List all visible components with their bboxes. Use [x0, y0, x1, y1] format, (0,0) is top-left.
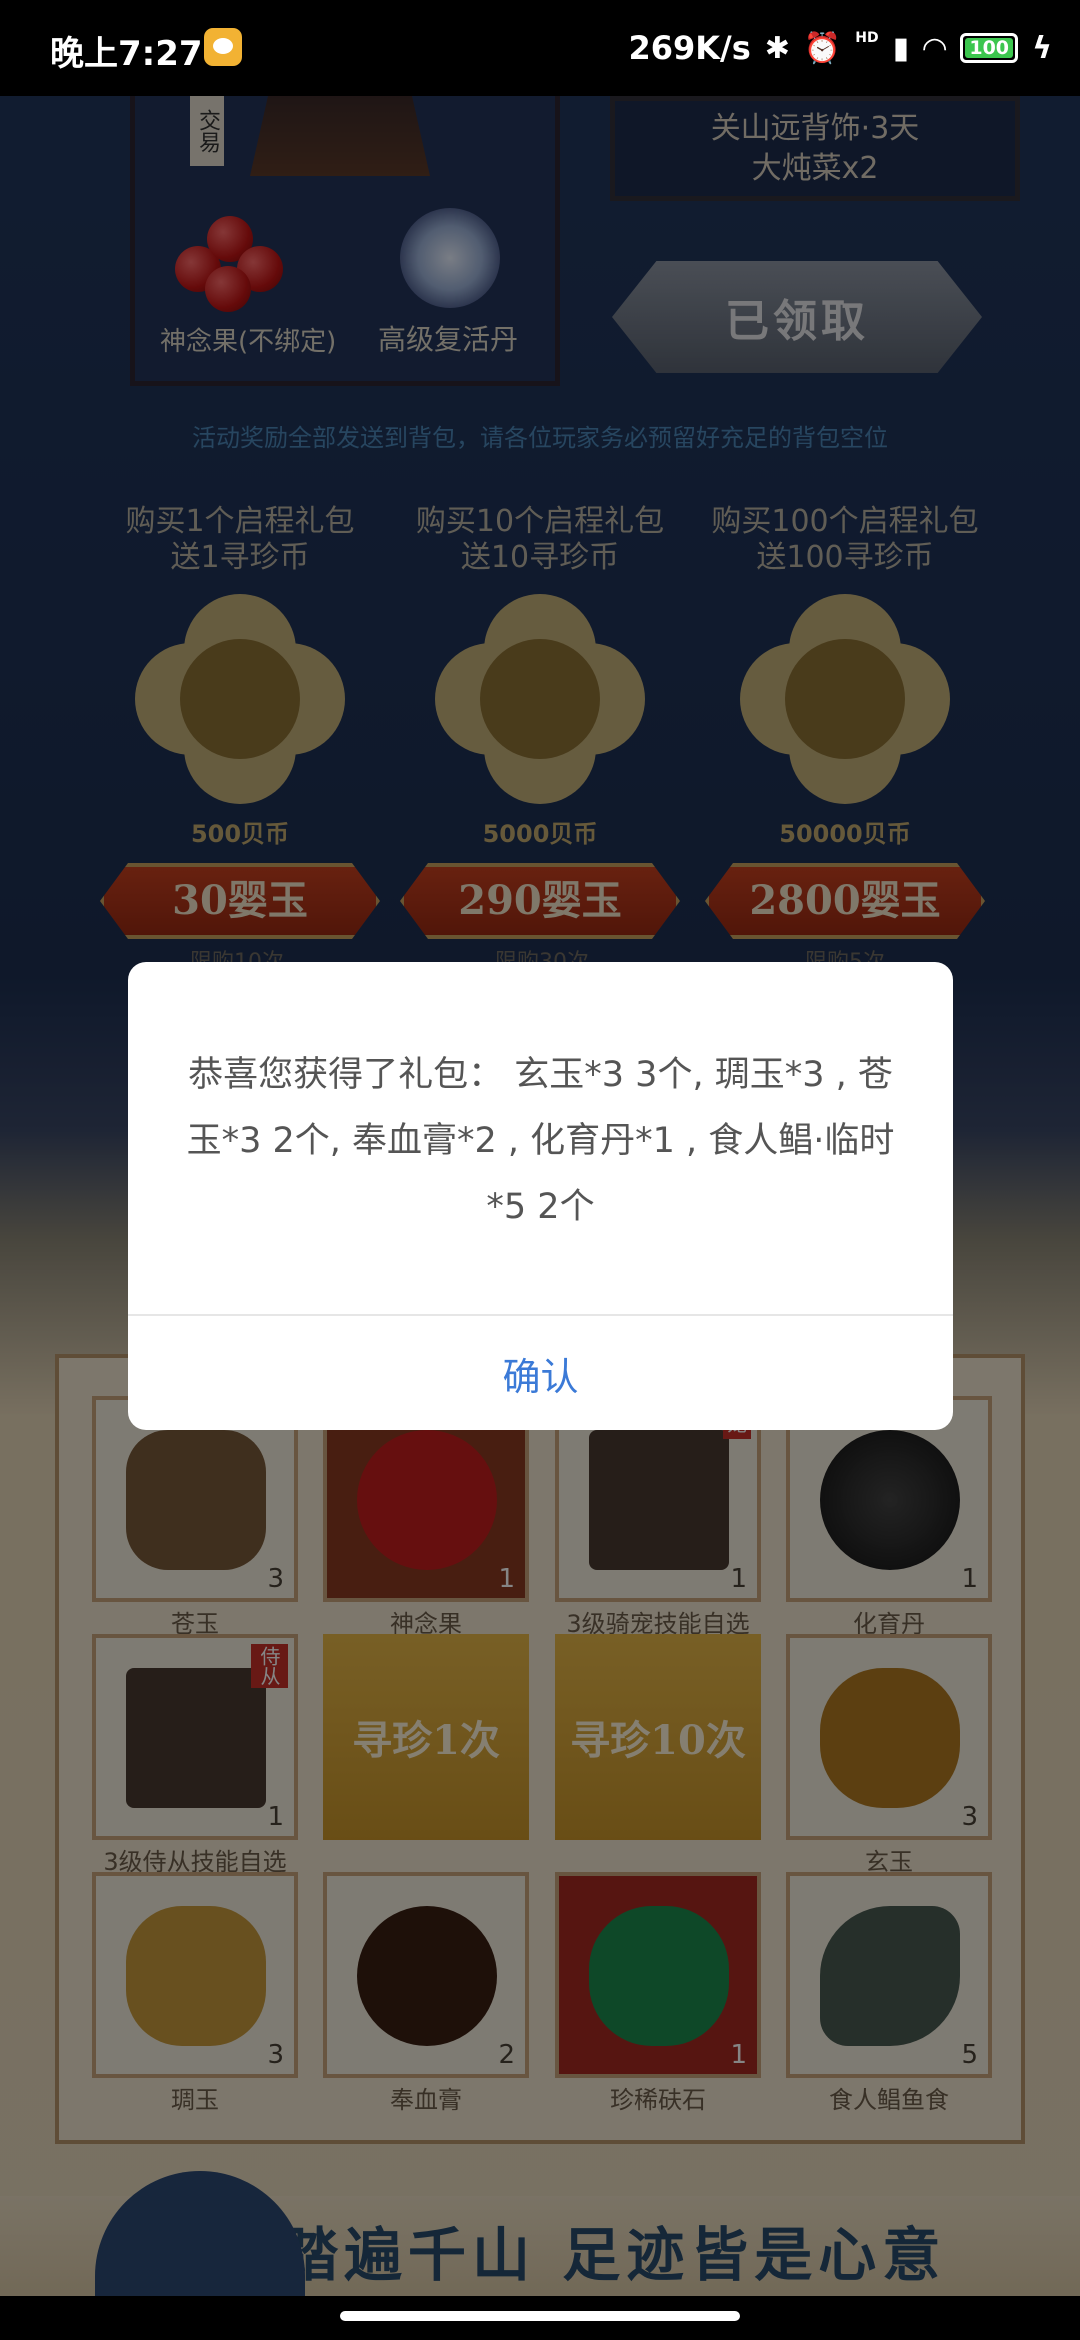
- alarm-icon: ⏰: [803, 30, 842, 66]
- reward-dialog: 恭喜您获得了礼包： 玄玉*3 3个, 琱玉*3 , 苍玉*3 2个, 奉血膏*2…: [128, 962, 953, 1430]
- battery-icon: 100: [960, 33, 1019, 63]
- status-bar: 晚上7:27 269K/s ✱ ⏰ HD ▮ ◠ 100 ϟ: [0, 0, 1080, 96]
- charging-icon: ϟ: [1032, 30, 1052, 66]
- status-time: 晚上7:27: [50, 34, 203, 74]
- hd-label: HD: [855, 30, 879, 46]
- app-notification-icon: [204, 28, 242, 66]
- gesture-bar[interactable]: [340, 2311, 740, 2321]
- status-right-group: 269K/s ✱ ⏰ HD ▮ ◠ 100 ϟ: [628, 24, 1052, 72]
- bluetooth-icon: ✱: [764, 30, 790, 66]
- dialog-message: 恭喜您获得了礼包： 玄玉*3 3个, 琱玉*3 , 苍玉*3 2个, 奉血膏*2…: [186, 1055, 895, 1227]
- signal-icon: HD: [855, 30, 878, 46]
- wifi-icon: ◠: [923, 30, 947, 66]
- confirm-button[interactable]: 确认: [128, 1316, 953, 1430]
- battery-level: 100: [969, 37, 1010, 59]
- net-speed: 269K/s: [628, 29, 751, 67]
- cellular-bars-icon: ▮: [892, 30, 910, 66]
